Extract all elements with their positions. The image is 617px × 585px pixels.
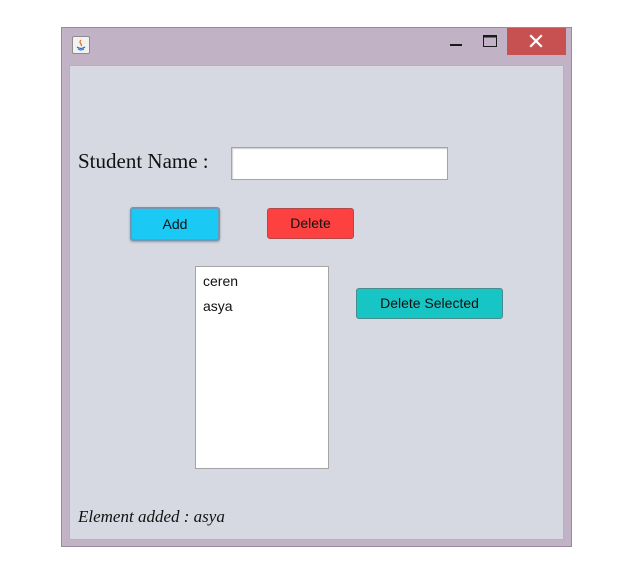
minimize-button[interactable] [442,28,470,55]
student-list[interactable]: ceren asya [195,266,329,469]
list-item[interactable]: asya [196,297,328,322]
title-bar[interactable] [62,28,571,64]
maximize-button[interactable] [475,28,503,55]
student-name-label: Student Name : [78,149,209,173]
list-item[interactable]: ceren [196,272,328,297]
status-message: Element added : asya [78,507,225,526]
minimize-icon [450,44,462,46]
student-name-input[interactable] [231,147,448,180]
close-icon [529,34,543,48]
close-button[interactable] [507,28,566,55]
content-panel: Student Name : Add Delete ceren asya Del… [69,65,564,540]
add-button[interactable]: Add [130,207,220,241]
app-window: Student Name : Add Delete ceren asya Del… [61,27,572,547]
delete-selected-button[interactable]: Delete Selected [356,288,503,319]
maximize-icon [483,35,497,47]
delete-button[interactable]: Delete [267,208,354,239]
java-icon[interactable] [72,36,90,54]
